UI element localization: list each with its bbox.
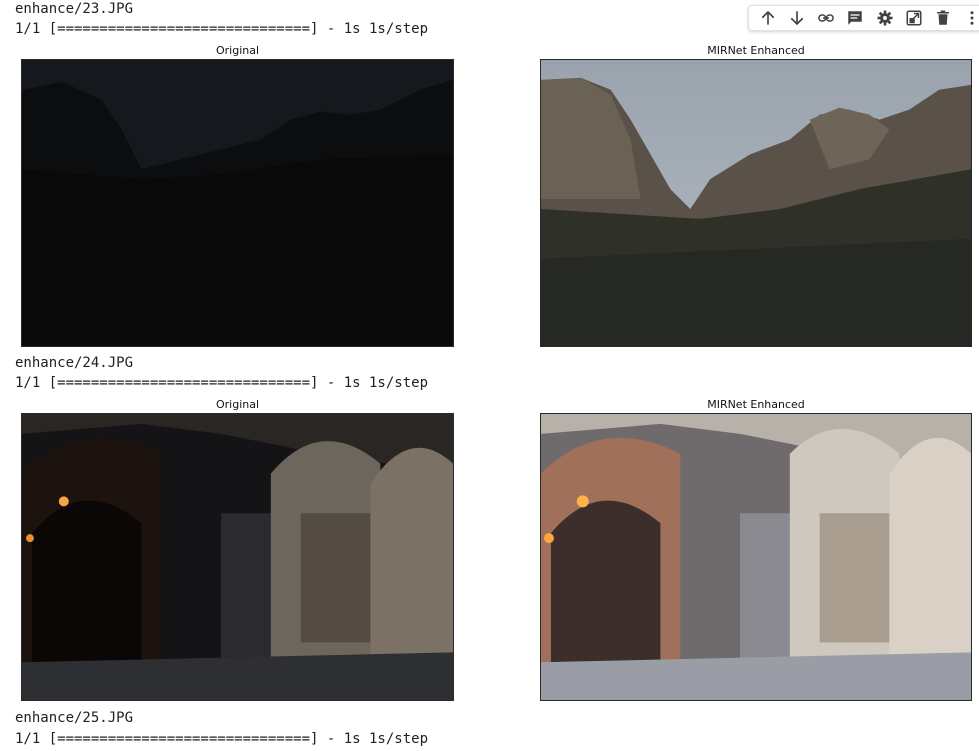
- add-comment-button[interactable]: [841, 6, 870, 30]
- comment-icon: [848, 11, 863, 25]
- mirror-cell-button[interactable]: [899, 6, 928, 30]
- move-cell-up-button[interactable]: [753, 6, 782, 30]
- enhanced-arcade-image: [540, 413, 972, 701]
- move-down-icon: [790, 11, 803, 25]
- delete-cell-button[interactable]: [929, 6, 958, 30]
- original-image-title: Original: [215, 44, 260, 57]
- cell-toolbar: [748, 5, 979, 31]
- original-arcade-image: [21, 413, 454, 701]
- progress-line: 1/1 [==============================] - 1…: [15, 21, 429, 37]
- more-vert-icon: [970, 11, 974, 25]
- output-filename-line: enhance/24.JPG: [15, 355, 134, 371]
- progress-line: 1/1 [==============================] - 1…: [15, 375, 429, 391]
- cell-settings-button[interactable]: [870, 6, 899, 30]
- trash-icon: [937, 10, 950, 25]
- enhanced-image-title: MIRNet Enhanced: [707, 44, 805, 57]
- original-image-title: Original: [215, 398, 260, 411]
- mirror-cell-icon: [906, 10, 922, 26]
- enhanced-image-title: MIRNet Enhanced: [707, 398, 805, 411]
- gear-icon: [877, 10, 893, 26]
- copy-link-button[interactable]: [812, 6, 841, 30]
- progress-line: 1/1 [==============================] - 1…: [15, 731, 429, 747]
- original-valley-image: [21, 59, 454, 347]
- move-up-icon: [761, 11, 774, 25]
- more-actions-button[interactable]: [958, 6, 979, 30]
- enhanced-valley-image: [540, 59, 972, 347]
- output-filename-line: enhance/23.JPG: [15, 1, 134, 17]
- output-filename-line: enhance/25.JPG: [15, 710, 134, 726]
- move-cell-down-button[interactable]: [782, 6, 811, 30]
- link-icon: [818, 14, 834, 22]
